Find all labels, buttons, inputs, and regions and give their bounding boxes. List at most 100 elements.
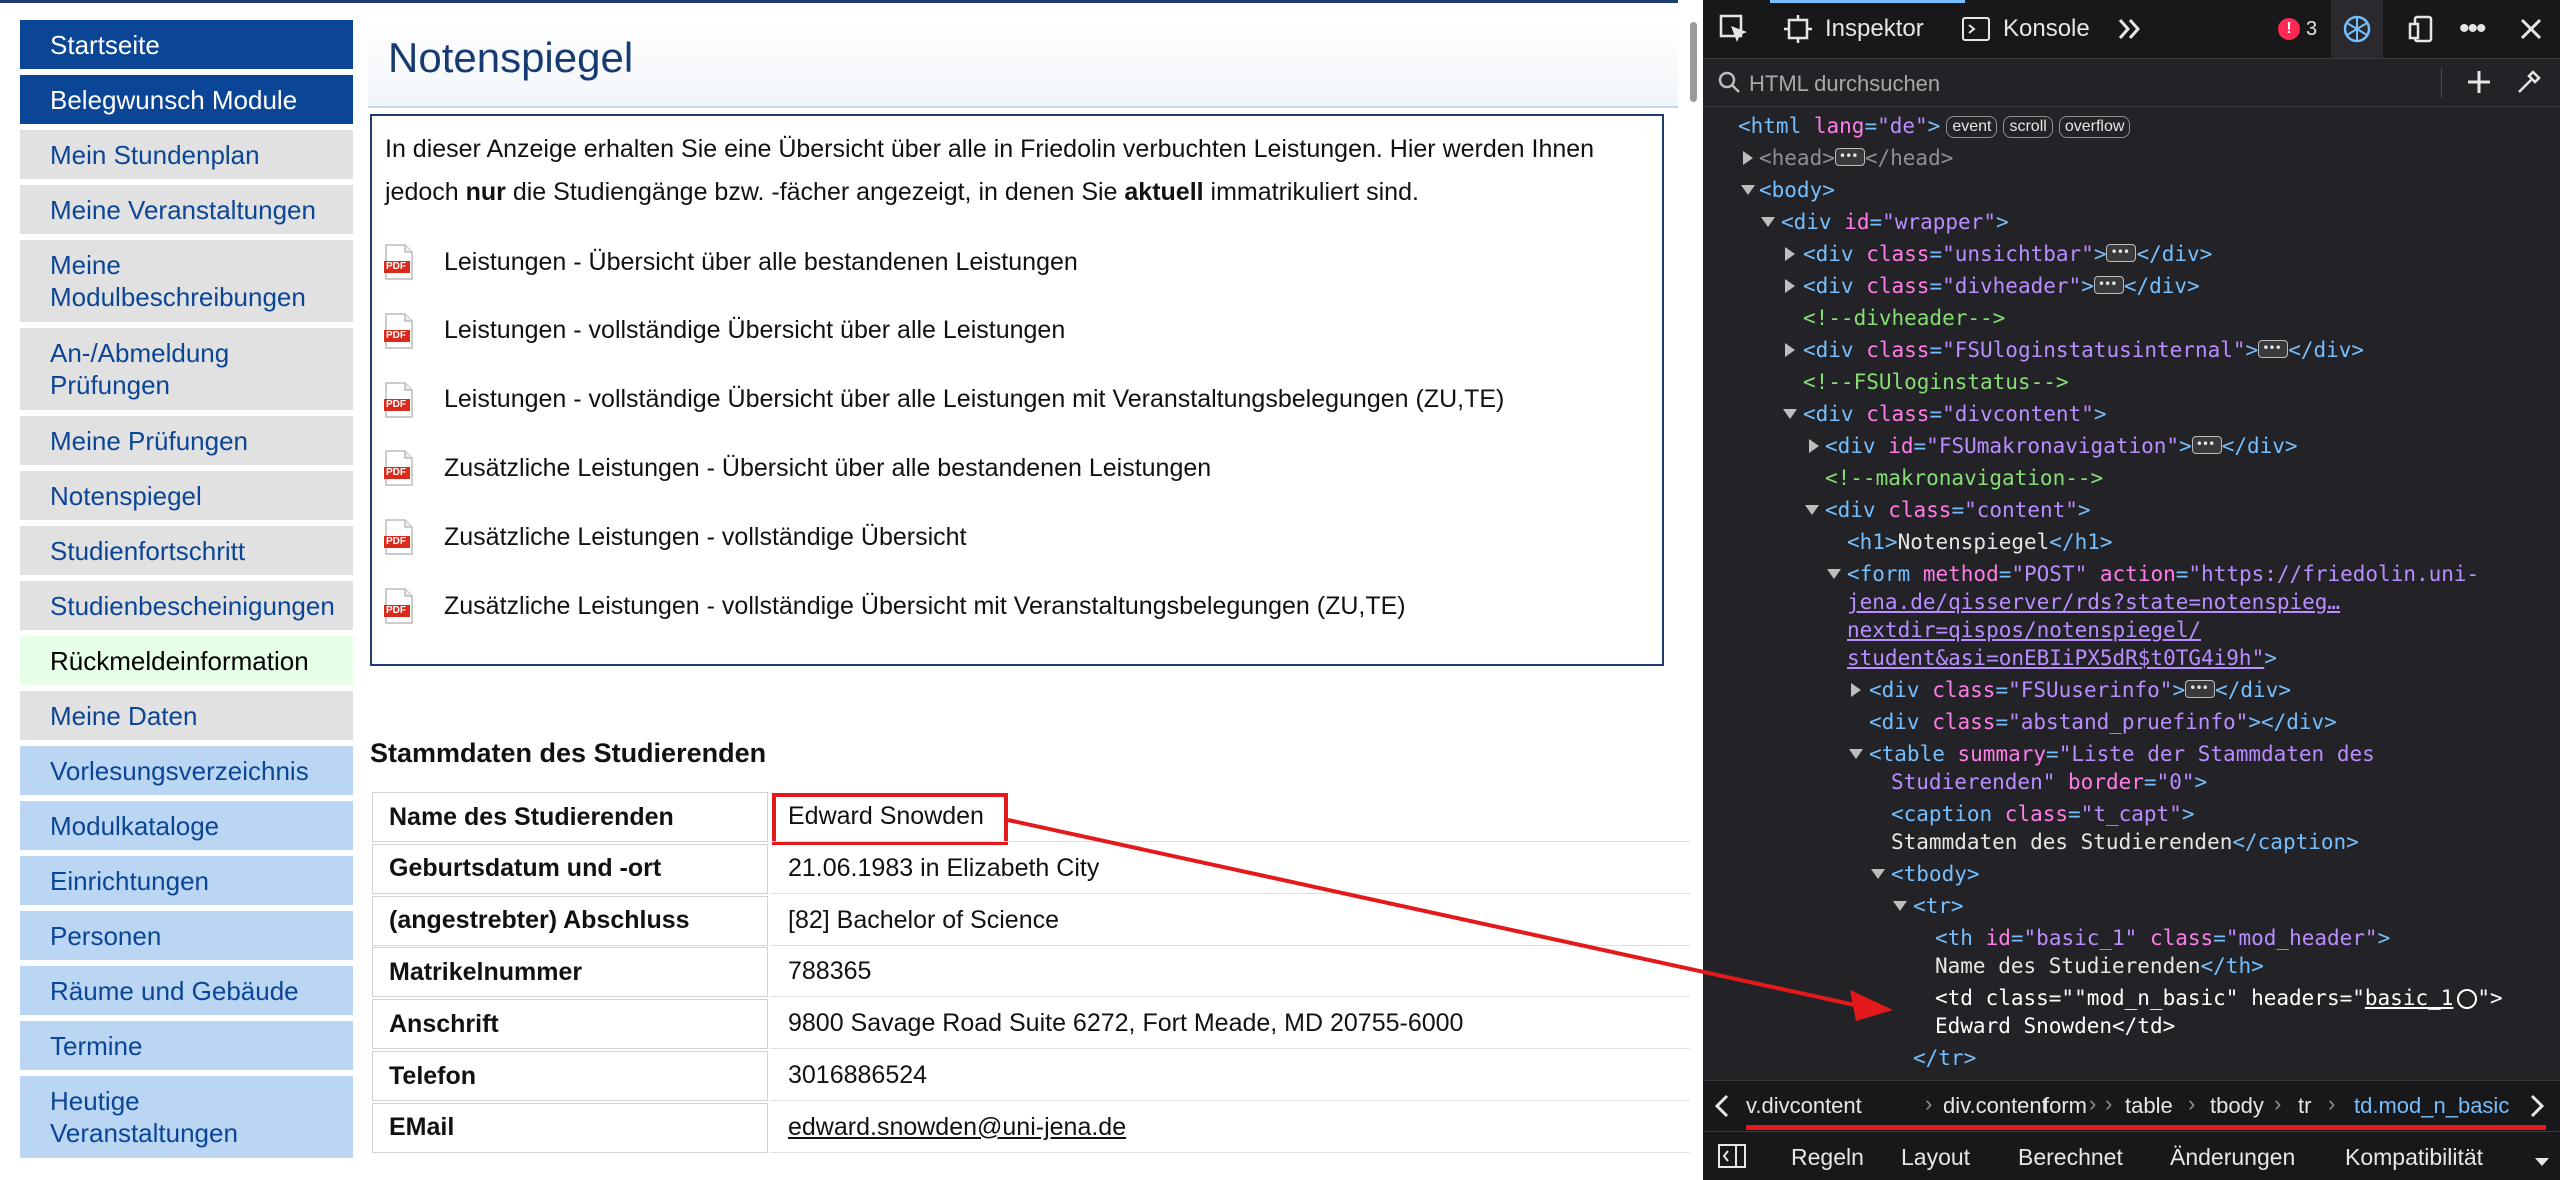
tree-comment-makro[interactable]: <!--makronavigation--> xyxy=(1703,462,2560,494)
accessibility-icon[interactable] xyxy=(2331,0,2383,58)
sidebar-item[interactable]: Modulkataloge xyxy=(20,801,353,850)
sidebar-item[interactable]: Meine Prüfungen xyxy=(20,416,353,465)
tree-node-makronavigation[interactable]: <div id="FSUmakronavigation"></div> xyxy=(1703,428,2560,462)
more-tools-chevron-icon[interactable] xyxy=(2115,0,2145,58)
sidebar-item[interactable]: An-/Abmeldung Prüfungen xyxy=(20,328,353,410)
pdf-icon[interactable]: PDF xyxy=(384,381,414,418)
error-counter[interactable]: ! 3 xyxy=(2278,0,2317,58)
sidebar-item[interactable]: Startseite xyxy=(20,20,353,69)
breadcrumb-item-tr[interactable]: tr xyxy=(2298,1093,2311,1119)
breadcrumb-item-table[interactable]: table xyxy=(2125,1093,2173,1119)
add-node-icon[interactable] xyxy=(2465,68,2493,100)
breadcrumb-right-arrow-icon[interactable] xyxy=(2528,1093,2546,1125)
tree-node-unsichtbar[interactable]: <div class="unsichtbar"></div> xyxy=(1703,236,2560,270)
report-link[interactable]: PDF Zusätzliche Leistungen - Übersicht üb… xyxy=(384,448,1211,488)
breadcrumb-item[interactable]: div.content xyxy=(1943,1093,2048,1119)
report-link[interactable]: PDF Zusätzliche Leistungen - vollständige… xyxy=(384,517,967,557)
tree-node-divheader[interactable]: <div class="divheader"></div> xyxy=(1703,268,2560,302)
sidebar-item[interactable]: Einrichtungen xyxy=(20,856,353,905)
html-search-input[interactable] xyxy=(1747,66,2421,102)
overflow-badge[interactable]: overflow xyxy=(2058,116,2131,138)
breadcrumb-item-selected[interactable]: td.mod_n_basic xyxy=(2354,1093,2509,1119)
pdf-icon[interactable]: PDF xyxy=(384,244,414,280)
pdf-icon[interactable]: PDF xyxy=(384,450,414,487)
sidebar-item[interactable]: Rückmeldeinformation xyxy=(20,636,353,685)
sidebar-item-label: Studienfortschritt xyxy=(50,535,246,566)
report-link[interactable]: PDF Leistungen - vollständige Übersicht ü… xyxy=(384,311,1065,351)
tab-computed[interactable]: Berechnet xyxy=(2018,1144,2123,1171)
tree-node-tbody[interactable]: <tbody> xyxy=(1703,858,2560,890)
tree-node-h1[interactable]: <h1>Notenspiegel</h1> xyxy=(1703,526,2560,558)
sidebar-item[interactable]: Belegwunsch Module xyxy=(20,75,353,124)
responsive-design-icon[interactable] xyxy=(2407,0,2437,58)
more-options-icon[interactable]: ••• xyxy=(2459,0,2486,58)
tree-node-tr-close[interactable]: </tr> xyxy=(1703,1042,2560,1074)
tree-node-body[interactable]: <body> xyxy=(1703,174,2560,206)
report-link[interactable]: PDF Leistungen - Übersicht über alle best… xyxy=(384,242,1078,282)
tab-console[interactable]: Konsole xyxy=(1961,0,2090,58)
tree-node-content[interactable]: <div class="content"> xyxy=(1703,494,2560,526)
collapsed-dots-icon[interactable] xyxy=(2093,268,2124,300)
collapsed-dots-icon[interactable] xyxy=(2258,332,2289,364)
tab-compatibility[interactable]: Kompatibilität xyxy=(2345,1144,2483,1171)
tree-node-tr[interactable]: <tr> xyxy=(1703,890,2560,922)
page-scrollbar-thumb[interactable] xyxy=(1690,22,1697,102)
tree-node-abstand[interactable]: <div class="abstand_pruefinfo"></div> xyxy=(1703,706,2560,738)
breadcrumb-item-tbody[interactable]: tbody xyxy=(2210,1093,2264,1119)
eyedropper-icon[interactable] xyxy=(2515,68,2543,100)
collapsed-dots-icon[interactable] xyxy=(2106,236,2137,268)
collapsed-dots-icon[interactable] xyxy=(2191,428,2222,460)
close-icon[interactable] xyxy=(2518,0,2544,58)
sidebar-item[interactable]: Räume und Gebäude xyxy=(20,966,353,1015)
scroll-badge[interactable]: scroll xyxy=(2003,116,2053,138)
tree-node-loginstatus[interactable]: <div class="FSUloginstatusinternal"></di… xyxy=(1703,332,2560,366)
tree-node-wrapper[interactable]: <div id="wrapper"> xyxy=(1703,206,2560,238)
tree-node-divcontent[interactable]: <div class="divcontent"> xyxy=(1703,398,2560,430)
sidebar-item[interactable]: Termine xyxy=(20,1021,353,1070)
pdf-icon[interactable]: PDF xyxy=(384,313,414,349)
report-link-text[interactable]: Leistungen - vollständige Übersicht über… xyxy=(444,385,1504,414)
toggle-sidebar-icon[interactable] xyxy=(1717,1142,1747,1176)
tree-node-html[interactable]: <html lang="de"> event scroll overflow xyxy=(1703,110,2560,142)
collapsed-dots-icon[interactable] xyxy=(1834,140,1865,172)
tab-changes[interactable]: Änderungen xyxy=(2170,1144,2295,1171)
sidebar-item[interactable]: Meine Modulbeschreibungen xyxy=(20,240,353,322)
breadcrumb-item[interactable]: v.divcontent xyxy=(1746,1093,1862,1119)
table-row-value[interactable]: edward.snowden@uni-jena.de xyxy=(770,1103,1690,1153)
collapsed-dots-icon[interactable] xyxy=(2185,672,2216,704)
tree-node-userinfo[interactable]: <div class="FSUuserinfo"></div> xyxy=(1703,672,2560,706)
pdf-icon[interactable]: PDF xyxy=(384,588,414,624)
event-badge[interactable]: event xyxy=(1946,116,1998,138)
report-link-text[interactable]: Zusätzliche Leistungen - vollständige Üb… xyxy=(444,523,967,552)
tab-inspector[interactable]: Inspektor xyxy=(1783,0,1924,58)
report-link-text[interactable]: Zusätzliche Leistungen - Übersicht über … xyxy=(444,454,1211,483)
sidebar-item-label: Termine xyxy=(50,1030,143,1061)
report-link-text[interactable]: Leistungen - Übersicht über alle bestand… xyxy=(444,248,1078,277)
sidebar-item[interactable]: Vorlesungsverzeichnis xyxy=(20,746,353,795)
sidebar-item[interactable]: Meine Daten xyxy=(20,691,353,740)
sidebar-item[interactable]: Notenspiegel xyxy=(20,471,353,520)
tab-rules[interactable]: Regeln xyxy=(1791,1144,1864,1171)
email-link[interactable]: edward.snowden@uni-jena.de xyxy=(788,1113,1126,1142)
chevron-down-icon[interactable] xyxy=(2533,1148,2551,1175)
tab-layout[interactable]: Layout xyxy=(1901,1144,1970,1171)
sidebar-item[interactable]: Mein Stundenplan xyxy=(20,130,353,179)
sidebar-item[interactable]: Heutige Veranstaltungen xyxy=(20,1076,353,1158)
tree-comment-divheader[interactable]: <!--divheader--> xyxy=(1703,302,2560,334)
sidebar-item[interactable]: Personen xyxy=(20,911,353,960)
pdf-icon[interactable]: PDF xyxy=(384,519,414,555)
sidebar-item[interactable]: Studienbescheinigungen xyxy=(20,581,353,630)
report-link[interactable]: PDF Zusätzliche Leistungen - vollständige… xyxy=(384,586,1406,626)
report-link-text[interactable]: Zusätzliche Leistungen - vollständige Üb… xyxy=(444,592,1406,621)
breadcrumb-left-arrow-icon[interactable] xyxy=(1713,1093,1731,1125)
tree-comment-loginstatus[interactable]: <!--FSUloginstatus--> xyxy=(1703,366,2560,398)
element-picker-icon[interactable] xyxy=(1717,0,1759,58)
breadcrumb-separator-icon: › xyxy=(2105,1091,2113,1116)
sidebar-item[interactable]: Meine Veranstaltungen xyxy=(20,185,353,234)
report-link[interactable]: PDF Leistungen - vollständige Übersicht ü… xyxy=(384,380,1504,420)
report-link-text[interactable]: Leistungen - vollständige Übersicht über… xyxy=(444,316,1065,345)
sidebar-item[interactable]: Studienfortschritt xyxy=(20,526,353,575)
tree-node-head[interactable]: <head></head> xyxy=(1703,140,2560,174)
target-icon[interactable] xyxy=(2457,989,2478,1009)
breadcrumb-item-form[interactable]: form xyxy=(2043,1093,2087,1119)
